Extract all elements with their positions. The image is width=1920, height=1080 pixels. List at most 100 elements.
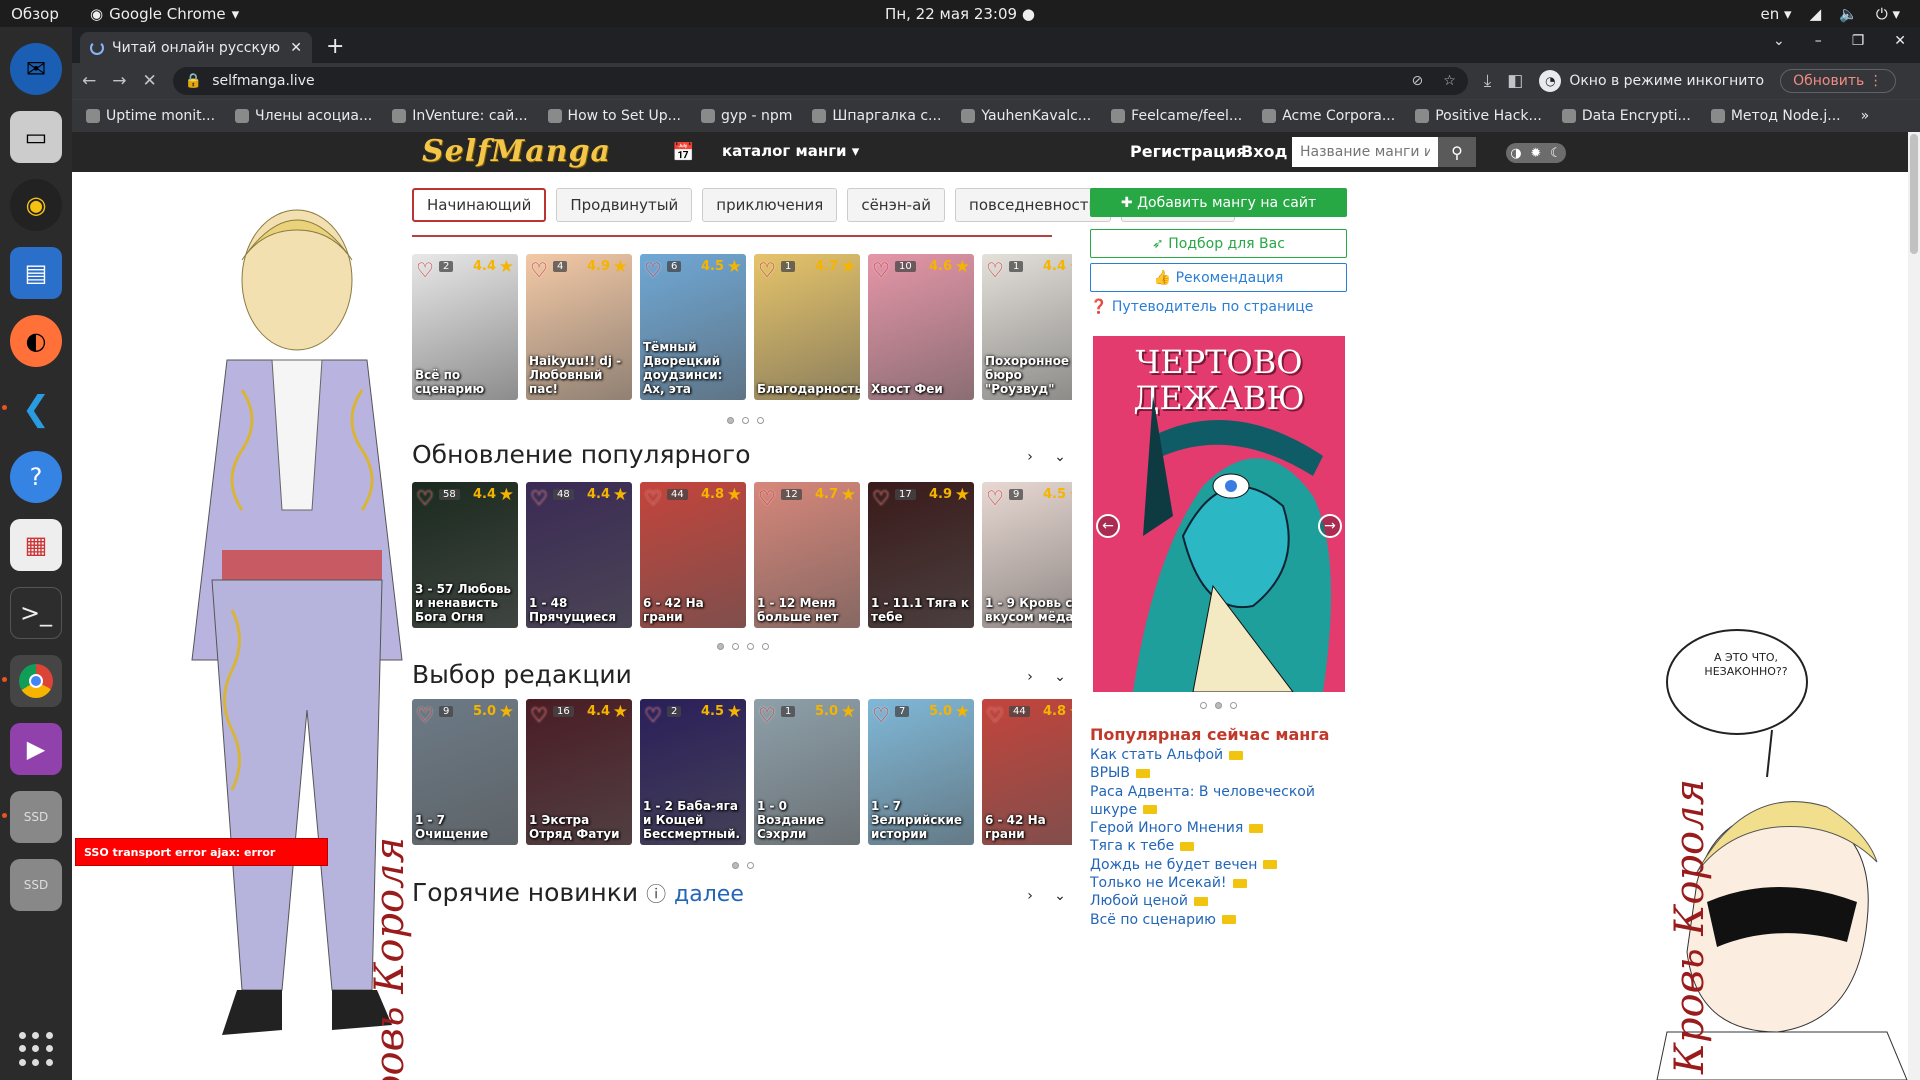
favorite-heart-icon[interactable]: ♡	[758, 486, 776, 510]
favorite-heart-icon[interactable]: ♡	[872, 703, 890, 727]
catalog-menu[interactable]: каталог манги ▾	[722, 142, 859, 160]
search-input[interactable]	[1292, 137, 1438, 167]
minimize-icon[interactable]: –	[1815, 33, 1822, 49]
favorite-heart-icon[interactable]: ♡	[530, 486, 548, 510]
popular-item[interactable]: Всё по сценарию	[1090, 911, 1350, 929]
favorite-heart-icon[interactable]: ♡	[986, 486, 1004, 510]
manga-card[interactable]: ♡ 9 5.0 ★ 1 - 7 Очищение	[412, 699, 518, 845]
popular-item[interactable]: Только не Исекай!	[1090, 874, 1350, 892]
ssd-drive-icon-2[interactable]: SSD	[10, 859, 62, 911]
page-scrollbar[interactable]	[1908, 132, 1920, 1080]
manga-card[interactable]: ♡ 17 4.9 ★ 1 - 11.1 Тяга к тебе	[868, 482, 974, 628]
popular-item[interactable]: ВРЫВ	[1090, 764, 1350, 782]
manga-card[interactable]: ♡ 58 4.4 ★ 3 - 57 Любовь и ненависть Бога Ог…	[412, 482, 518, 628]
favorite-heart-icon[interactable]: ♡	[644, 486, 662, 510]
address-bar[interactable]: 🔒 selfmanga.live ⊘ ☆	[172, 67, 1468, 95]
browser-tab[interactable]: Читай онлайн русскую ат ✕	[80, 32, 312, 63]
bookmark-item[interactable]: gyp - npm	[700, 108, 792, 124]
manga-card[interactable]: ♡ 48 4.4 ★ 1 - 48 Прячущиеся	[526, 482, 632, 628]
bookmark-item[interactable]: Acme Corpora...	[1262, 108, 1395, 124]
bookmark-item[interactable]: Positive Hack...	[1415, 108, 1542, 124]
document-viewer-icon[interactable]: ▦	[10, 519, 62, 571]
manga-card[interactable]: ♡ 44 4.8★ 6 - 42 На грани	[982, 699, 1072, 845]
popular-item[interactable]: Любой ценой	[1090, 892, 1350, 910]
incognito-profile[interactable]: ◔ Окно в режиме инкогнито	[1539, 70, 1764, 92]
bookmark-item[interactable]: Шпаргалка с...	[812, 108, 941, 124]
bookmark-item[interactable]: Метод Node.j...	[1710, 108, 1841, 124]
tab-search-icon[interactable]: ⌄	[1773, 33, 1785, 49]
stop-icon[interactable]: ✕	[143, 71, 157, 91]
section-collapse-icon[interactable]: ⌄	[1050, 886, 1070, 906]
register-link[interactable]: Регистрация	[1130, 142, 1247, 161]
favorite-heart-icon[interactable]: ♡	[416, 258, 434, 282]
section-next-icon[interactable]: ›	[1020, 447, 1040, 467]
carousel-dots-3[interactable]	[732, 862, 754, 869]
calendar-icon[interactable]: 📅	[672, 142, 694, 163]
ssd-drive-icon[interactable]: SSD	[2, 791, 62, 843]
carousel-dots-2[interactable]	[717, 643, 769, 650]
manga-card[interactable]: ♡ 2 4.4 ★ Всё по сценарию	[412, 254, 518, 400]
manga-card[interactable]: ♡ 16 4.4 ★ 1 Экстра Отряд Фатуи	[526, 699, 632, 845]
favorite-heart-icon[interactable]: ♡	[644, 703, 662, 727]
chrome-icon[interactable]	[2, 655, 62, 707]
thunderbird-icon[interactable]: ✉	[10, 43, 62, 95]
popular-item[interactable]: Герой Иного Мнения	[1090, 819, 1350, 837]
back-icon[interactable]: ←	[82, 71, 96, 91]
banner-dots[interactable]	[1200, 702, 1237, 709]
section-collapse-icon[interactable]: ⌄	[1050, 667, 1070, 687]
banner-prev-icon[interactable]: ←	[1096, 514, 1120, 538]
language-indicator[interactable]: en ▾	[1761, 5, 1792, 23]
page-guide-link[interactable]: ❓ Путеводитель по странице	[1090, 299, 1313, 315]
manga-card[interactable]: ♡ 6 4.5 ★ Тёмный Дворецкий доудзинси: Ах, эт…	[640, 254, 746, 400]
bookmark-item[interactable]: Feelcame/feel...	[1111, 108, 1242, 124]
manga-card[interactable]: ♡ 9 4.5★ 1 - 9 Кровь со вкусом мёда	[982, 482, 1072, 628]
tag-tab[interactable]: Начинающий	[412, 188, 547, 222]
popular-item[interactable]: Дождь не будет вечен	[1090, 856, 1350, 874]
manga-card[interactable]: ♡ 1 4.4★ Похоронное бюро "Роузвуд"	[982, 254, 1072, 400]
manga-card[interactable]: ♡ 1 4.7 ★ Благодарность	[754, 254, 860, 400]
activities-button[interactable]: Обзор	[0, 5, 70, 23]
favorite-heart-icon[interactable]: ♡	[758, 703, 776, 727]
recommendation-button[interactable]: 👍 Рекомендация	[1090, 263, 1347, 292]
wifi-icon[interactable]: ◢	[1810, 5, 1822, 23]
favorite-heart-icon[interactable]: ♡	[530, 703, 548, 727]
manga-card[interactable]: ♡ 2 4.5 ★ 1 - 2 Баба-яга и Кощей Бессмертный…	[640, 699, 746, 845]
bookmark-item[interactable]: YauhenKavalc...	[961, 108, 1091, 124]
bookmark-item[interactable]: How to Set Up...	[547, 108, 681, 124]
tag-tab[interactable]: повседневность	[955, 188, 1112, 222]
section-next-icon[interactable]: ›	[1020, 667, 1040, 687]
favorite-heart-icon[interactable]: ♡	[416, 703, 434, 727]
bookmark-star-icon[interactable]: ☆	[1443, 73, 1456, 89]
manga-card[interactable]: ♡ 12 4.7 ★ 1 - 12 Меня больше нет	[754, 482, 860, 628]
error-notification[interactable]: SSO transport error ajax: error	[75, 838, 328, 866]
manga-card[interactable]: ♡ 10 4.6 ★ Хвост Феи	[868, 254, 974, 400]
vscode-icon[interactable]: ❮	[2, 383, 62, 435]
manga-card[interactable]: ♡ 44 4.8★ 6 - 42 На грани	[640, 482, 746, 628]
info-icon[interactable]: ⓘ	[646, 882, 666, 906]
terminal-icon[interactable]: >_	[10, 587, 62, 639]
update-button[interactable]: Обновить ⋮	[1780, 69, 1896, 93]
side-panel-icon[interactable]: ◧	[1507, 71, 1523, 91]
manga-card[interactable]: ♡ 7 5.0 ★ 1 - 7 Зелирийские истории	[868, 699, 974, 845]
close-window-icon[interactable]: ✕	[1894, 33, 1906, 49]
login-link[interactable]: Вход	[1241, 142, 1287, 161]
bookmarks-overflow-icon[interactable]: »	[1861, 108, 1870, 124]
rhythmbox-icon[interactable]: ◉	[10, 179, 62, 231]
favorite-heart-icon[interactable]: ♡	[644, 258, 662, 282]
bookmark-item[interactable]: Члены асоциа...	[235, 108, 372, 124]
favorite-heart-icon[interactable]: ♡	[986, 703, 1004, 727]
section-collapse-icon[interactable]: ⌄	[1050, 447, 1070, 467]
pick-for-you-button[interactable]: ➶ Подбор для Вас	[1090, 229, 1347, 258]
favorite-heart-icon[interactable]: ♡	[416, 486, 434, 510]
manga-card[interactable]: ♡ 1 5.0 ★ 1 - 0 Воздание Сэхрли	[754, 699, 860, 845]
bookmark-item[interactable]: Data Encrypti...	[1561, 108, 1691, 124]
site-info-icon[interactable]: 🔒	[185, 73, 202, 89]
scrollbar-thumb[interactable]	[1910, 134, 1918, 254]
help-icon[interactable]: ?	[10, 451, 62, 503]
bookmark-item[interactable]: InVenture: сай...	[392, 108, 528, 124]
site-logo[interactable]: SelfManga	[422, 134, 611, 169]
section-next-icon[interactable]: ›	[1020, 886, 1040, 906]
files-icon[interactable]: ▭	[10, 111, 62, 163]
add-manga-button[interactable]: ✚ Добавить мангу на сайт	[1090, 188, 1347, 217]
clock[interactable]: Пн, 22 мая 23:09	[885, 5, 1017, 23]
